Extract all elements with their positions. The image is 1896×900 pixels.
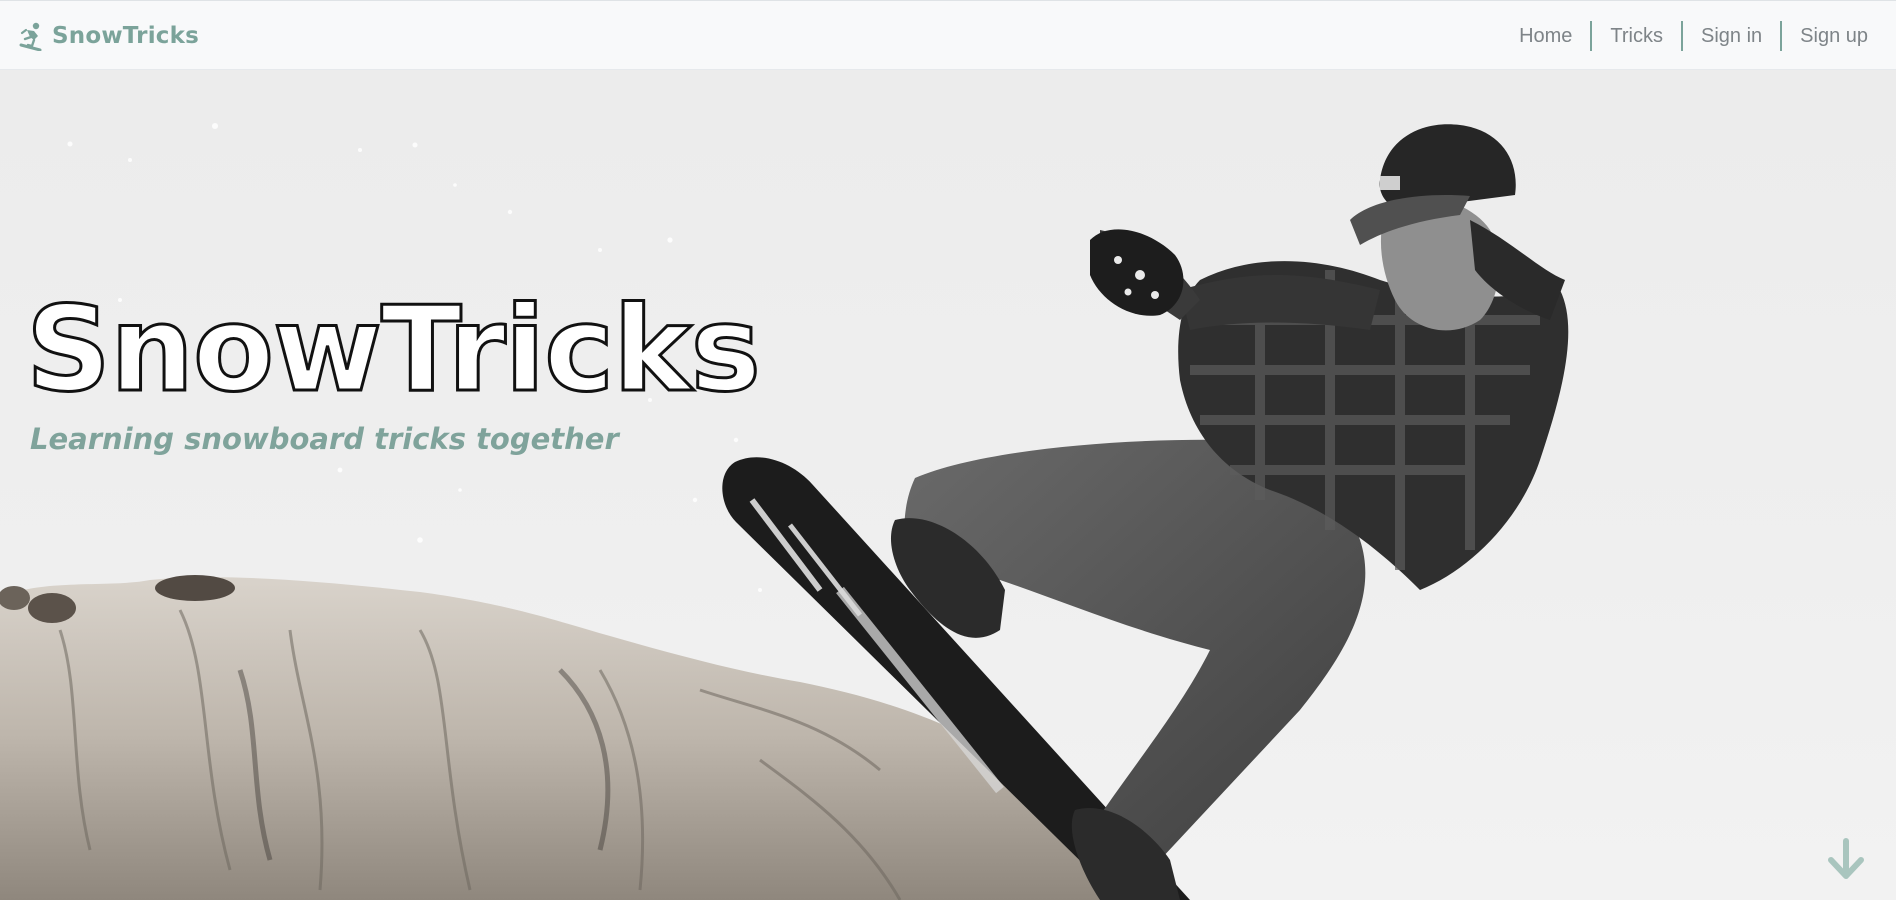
brand-name: SnowTricks — [52, 23, 199, 49]
navbar: SnowTricks Home Tricks Sign in Sign up — [0, 0, 1896, 70]
nav-link-sign-in[interactable]: Sign in — [1683, 21, 1780, 51]
nav-link-home[interactable]: Home — [1501, 21, 1590, 51]
snowboarder-on-rock-photo — [0, 123, 1569, 900]
hero-section: SnowTricks Learning snowboard tricks tog… — [0, 70, 1896, 900]
nav-link-sign-up[interactable]: Sign up — [1782, 21, 1868, 51]
arrow-down-icon[interactable] — [1826, 838, 1866, 882]
hero-subtitle: Learning snowboard tricks together — [30, 422, 619, 456]
snowboarder-icon — [19, 22, 42, 51]
main-navigation: Home Tricks Sign in Sign up — [1501, 19, 1868, 53]
nav-link-tricks[interactable]: Tricks — [1592, 21, 1681, 51]
hero-title: SnowTricks — [25, 279, 763, 420]
brand-link[interactable]: SnowTricks — [18, 19, 199, 53]
